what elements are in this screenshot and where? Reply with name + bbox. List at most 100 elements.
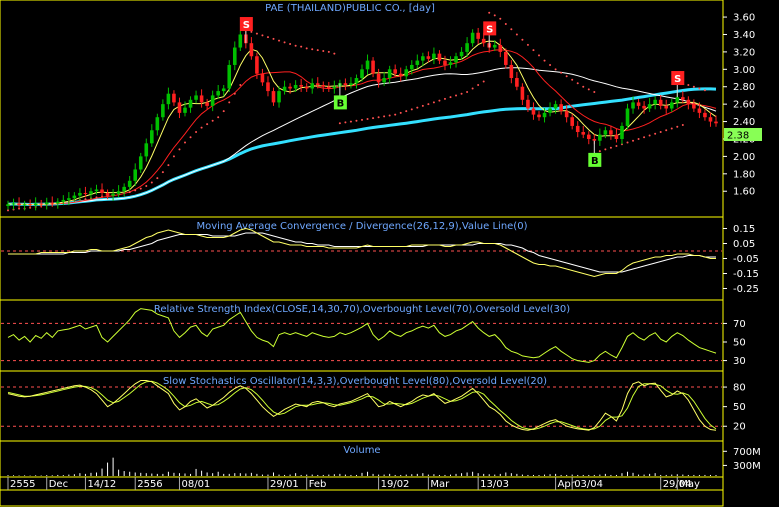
candle-body (669, 102, 674, 109)
sar-dot (372, 117, 375, 120)
sar-dot (449, 96, 452, 99)
sar-dot (300, 45, 303, 48)
candle-body (293, 84, 298, 89)
sar-dot (670, 127, 673, 130)
sar-dot (421, 104, 424, 107)
candle-body (415, 60, 420, 65)
candle-body (138, 156, 143, 170)
sar-dot (643, 136, 646, 139)
sar-dot (311, 48, 314, 51)
sar-dot (250, 30, 253, 33)
candle-body (6, 204, 10, 207)
candle-body (28, 204, 32, 206)
candle-body (586, 134, 591, 139)
macd-y-tick-label: -0.05 (733, 254, 759, 265)
volume-y-tick-label: 300M (733, 461, 761, 472)
sar-dot (233, 92, 236, 95)
sar-dot (366, 117, 369, 120)
candle-body (681, 97, 685, 100)
price-panel: PAE (THAILAND)PUBLIC CO., [day] 3.60 3.40… (0, 0, 762, 218)
sar-dot (134, 189, 137, 192)
last-price-tag: 2.38 (724, 128, 762, 142)
sar-dot (211, 119, 214, 122)
price-y-tick-label: 3.40 (733, 30, 755, 41)
sar-dot (327, 50, 330, 53)
sar-dot (217, 116, 220, 119)
price-y-tick-label: 2.40 (733, 117, 755, 128)
candle-body (647, 104, 652, 109)
candle-body (625, 108, 630, 126)
sar-dot (222, 110, 225, 113)
candle-body (470, 32, 475, 44)
sar-dot (333, 52, 336, 55)
time-axis-label: 08/01 (181, 479, 210, 490)
sar-dot (7, 209, 9, 212)
signal-marker-label: S (674, 74, 681, 85)
sar-dot (543, 59, 546, 62)
candle-body (498, 44, 503, 52)
sar-dot (692, 85, 695, 88)
sar-dot (665, 129, 668, 132)
candle-body (72, 195, 77, 199)
candle-body (354, 78, 359, 84)
sar-dot (161, 171, 164, 174)
candle-body (714, 121, 718, 124)
time-axis-label: 14/12 (87, 479, 116, 490)
sar-dot (477, 83, 480, 86)
sar-dot (261, 34, 264, 37)
sar-dot (648, 134, 651, 137)
candle-body (227, 64, 232, 89)
candle-body (232, 47, 237, 65)
sar-dot (283, 41, 286, 44)
time-axis-labels: 2555 Dec 14/12 2556 08/01 29/01 Feb 19/02 Mar 13/… (7, 477, 700, 490)
macd-line (8, 227, 716, 278)
sar-dot (200, 126, 203, 129)
sar-dot (549, 63, 552, 66)
volume-y-axis: 700M 300M (723, 447, 761, 472)
candle-body (443, 60, 447, 65)
candle-body (476, 32, 480, 39)
sar-dot (432, 101, 435, 104)
candle-body (393, 69, 397, 74)
sar-dot (504, 23, 507, 26)
time-axis-label: Feb (309, 479, 327, 490)
candle-body (83, 192, 88, 194)
sar-dot (582, 85, 585, 88)
sar-dot (565, 75, 568, 78)
candle-body (448, 62, 453, 65)
candle-body (592, 138, 597, 141)
rsi-line (7, 308, 717, 363)
macd-panel: Moving Average Convergence / Divergence(… (0, 216, 759, 301)
candle-body (404, 69, 409, 77)
candle-body (553, 104, 558, 109)
candle-body (216, 91, 220, 96)
price-y-tick-label: 1.80 (733, 169, 755, 180)
candle-body (194, 95, 198, 100)
candle-body (39, 203, 43, 205)
candle-body (22, 204, 27, 206)
sar-dot (405, 110, 408, 113)
candle-body (376, 73, 381, 83)
sar-dot (654, 132, 657, 135)
candle-body (481, 38, 486, 44)
price-y-tick-label: 3.20 (733, 47, 755, 58)
stoch-k-line (7, 380, 717, 431)
candle-body (653, 99, 657, 105)
sar-dot (493, 14, 496, 17)
candle-body (697, 108, 702, 113)
sar-dot (687, 83, 690, 86)
candle-body (150, 130, 154, 144)
signal-marker-label: S (243, 20, 250, 31)
candle-body (133, 169, 138, 181)
sar-dot (289, 43, 292, 46)
sar-dot (150, 181, 153, 184)
sar-dot (587, 88, 590, 91)
stoch-panel-title: Slow Stochastics Oscillator(14,3,3),Over… (163, 376, 547, 387)
sar-dot (703, 89, 706, 92)
rsi-panel: Relative Strength Index(CLOSE,14,30,70),… (0, 299, 746, 372)
candle-body (271, 91, 276, 103)
candle-body (188, 99, 193, 108)
candle-body (360, 69, 364, 79)
sar-dot (95, 196, 98, 199)
sar-dot (681, 124, 684, 127)
